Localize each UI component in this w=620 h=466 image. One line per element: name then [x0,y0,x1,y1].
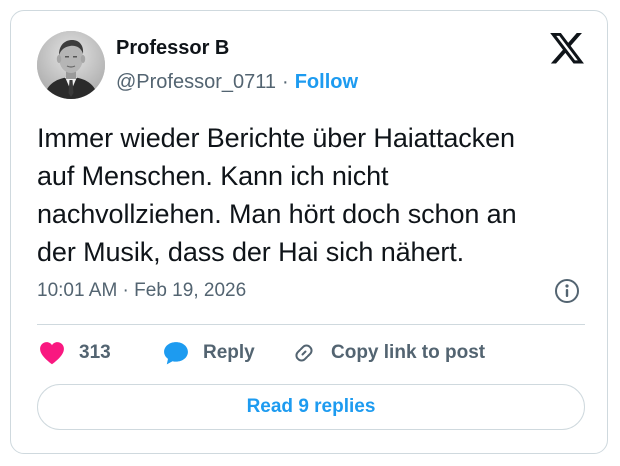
avatar[interactable] [37,31,105,99]
divider [37,324,585,325]
reply-button[interactable]: Reply [163,338,255,368]
tweet-card: Professor B @Professor_0711 · Follow Immer… [10,10,608,454]
like-button[interactable]: 313 [39,338,111,368]
heart-icon [40,342,64,365]
speech-bubble-icon [164,342,188,365]
tweet-text: Immer wieder Berichte über Haiattacken a… [37,119,597,271]
tweet-text-line: nachvollziehen. Man hört doch schon an [37,199,517,229]
tweet-text-line: Immer wieder Berichte über Haiattacken [37,123,515,153]
handle[interactable]: @Professor_0711 [116,71,276,93]
reply-label: Reply [203,342,255,363]
separator-dot: · [282,71,289,93]
copy-link-label: Copy link to post [331,342,486,363]
tweet-text-line: auf Menschen. Kann ich nicht [37,161,389,191]
avatar-photo [37,31,105,99]
timestamp[interactable]: 10:01 AM · Feb 19, 2026 [37,280,246,302]
x-logo-icon[interactable] [548,33,586,69]
copy-link-button[interactable]: Copy link to post [291,338,485,368]
link-icon [295,344,313,362]
like-count: 313 [79,342,111,363]
display-name[interactable]: Professor B [116,37,229,60]
tweet-text-line: der Musik, dass der Hai sich nähert. [37,237,465,267]
read-replies-button[interactable]: Read 9 replies [37,384,585,430]
follow-button[interactable]: Follow [295,71,358,93]
info-icon[interactable] [554,278,580,304]
handle-row: @Professor_0711 · Follow [116,71,358,94]
